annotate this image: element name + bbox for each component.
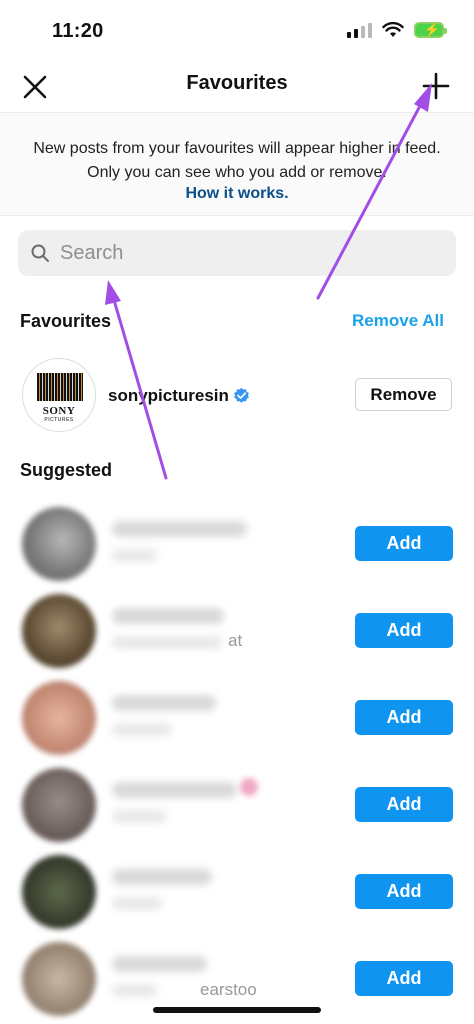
list-item: at Add	[0, 592, 474, 668]
search-icon	[31, 244, 49, 262]
remove-favourite-button[interactable]: Remove	[355, 378, 452, 411]
avatar[interactable]	[22, 594, 96, 668]
favourite-username[interactable]: sonypicturesin	[108, 386, 229, 406]
list-item: Add	[0, 853, 474, 929]
annotation-arrowhead-icon	[105, 280, 121, 305]
blurred-username	[112, 695, 216, 711]
sony-logo-icon	[37, 373, 83, 401]
logo-text: SONY	[42, 405, 76, 417]
avatar[interactable]	[22, 855, 96, 929]
logo-subtext: PICTURES	[44, 417, 74, 423]
cellular-signal-icon	[347, 22, 372, 38]
subtitle-fragment: earstoo	[200, 980, 257, 999]
how-it-works-link[interactable]: How it works.	[0, 185, 474, 203]
blurred-username	[112, 608, 224, 624]
wifi-icon	[382, 22, 404, 37]
blurred-subtitle	[112, 549, 157, 562]
add-button[interactable]: Add	[355, 874, 453, 909]
list-item: Add	[0, 679, 474, 755]
avatar[interactable]	[22, 507, 96, 581]
blurred-emoji-icon	[240, 778, 258, 796]
info-text: New posts from your favourites will appe…	[33, 140, 441, 181]
page-title: Favourites	[186, 72, 288, 94]
add-button[interactable]: Add	[355, 526, 453, 561]
blurred-subtitle	[112, 897, 162, 910]
status-time: 11:20	[52, 20, 104, 42]
blurred-username	[112, 869, 212, 885]
avatar[interactable]	[22, 681, 96, 755]
add-button[interactable]: Add	[355, 613, 453, 648]
avatar[interactable]: SONY PICTURES	[22, 358, 96, 432]
blurred-subtitle	[112, 810, 167, 823]
avatar[interactable]	[22, 942, 96, 1016]
add-button[interactable]: Add	[355, 961, 453, 996]
blurred-subtitle	[112, 984, 157, 997]
favourite-row: SONY PICTURES sonypicturesin Remove	[0, 358, 474, 434]
list-item: Add	[0, 505, 474, 581]
remove-all-button[interactable]: Remove All	[352, 311, 444, 331]
avatar[interactable]	[22, 768, 96, 842]
verified-badge-icon	[234, 387, 249, 403]
battery-charging-icon: ⚡	[414, 22, 447, 38]
suggested-section-title: Suggested	[20, 460, 113, 480]
favourites-section-title: Favourites	[20, 311, 112, 331]
blurred-username	[112, 782, 237, 798]
info-banner: New posts from your favourites will appe…	[0, 112, 474, 216]
header-bar: Favourites	[0, 62, 474, 110]
status-icons: ⚡	[347, 22, 447, 38]
home-indicator	[153, 1007, 321, 1013]
search-bar[interactable]	[18, 230, 456, 276]
blurred-username	[112, 956, 207, 972]
list-item: earstoo Add	[0, 940, 474, 1016]
search-input[interactable]	[58, 240, 432, 266]
subtitle-fragment: at	[228, 631, 243, 650]
add-button[interactable]: Add	[355, 700, 453, 735]
status-bar: 11:20 ⚡	[0, 0, 474, 62]
plus-icon[interactable]	[420, 70, 452, 102]
add-button[interactable]: Add	[355, 787, 453, 822]
list-item: Add	[0, 766, 474, 842]
blurred-subtitle	[112, 723, 172, 736]
blurred-username	[112, 521, 247, 537]
blurred-subtitle	[112, 636, 222, 649]
